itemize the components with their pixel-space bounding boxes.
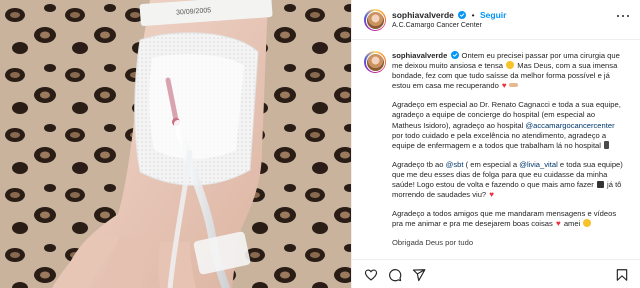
more-horizontal-icon[interactable]: [617, 15, 629, 19]
post-actions-bar: [352, 259, 640, 288]
mention-livia-vital-link[interactable]: @livia_vital: [519, 160, 558, 169]
bandage-emoji-icon: [508, 83, 518, 88]
share-icon[interactable]: [412, 268, 426, 282]
post-header: sophiavalverde • Seguir A.C.Camargo Canc…: [352, 0, 640, 40]
post-photo: 30/09/2005: [0, 0, 351, 288]
mention-accamargocancercenter-link[interactable]: @accamargocancercenter: [525, 121, 614, 130]
username-link[interactable]: sophiavalverde: [392, 10, 454, 20]
red-heart-emoji-icon: ♥: [555, 219, 561, 229]
caption-line: amei: [563, 219, 581, 229]
verified-badge-icon: [458, 11, 467, 19]
caption-line: Agradeço tb ao: [392, 159, 444, 169]
comment-icon[interactable]: [388, 268, 402, 282]
post-caption: sophiavalverde Ontem eu precisei passar …: [352, 41, 640, 259]
caption-text: sophiavalverde Ontem eu precisei passar …: [392, 51, 624, 258]
separator-dot: •: [471, 10, 475, 20]
anxious-face-emoji-icon: [506, 61, 515, 70]
caption-line: Agradeço a todos amigos que me mandaram …: [392, 209, 617, 229]
phone-emoji-icon: [604, 140, 610, 149]
avatar[interactable]: [364, 9, 386, 31]
caption-avatar[interactable]: [364, 51, 386, 73]
red-heart-emoji-icon: ♥: [501, 81, 507, 91]
mention-sbt-link[interactable]: @sbt: [446, 160, 464, 169]
caption-line: por todo cuidado e pela excelência no at…: [392, 130, 607, 150]
post-photo-illustration: 30/09/2005: [0, 0, 351, 288]
follow-button[interactable]: Seguir: [480, 10, 506, 20]
caption-line: ( em especial a: [465, 159, 518, 169]
post-side-panel: sophiavalverde • Seguir A.C.Camargo Canc…: [351, 0, 640, 288]
heart-icon[interactable]: [364, 268, 378, 282]
caption-line: Obrigada Deus por tudo: [392, 238, 474, 248]
clapperboard-emoji-icon: [596, 181, 604, 189]
location-link[interactable]: A.C.Camargo Cancer Center: [392, 22, 482, 29]
header-username-row: sophiavalverde • Seguir: [392, 10, 506, 20]
verified-badge-icon: [451, 51, 460, 59]
bookmark-icon[interactable]: [615, 268, 629, 282]
smiling-face-emoji-icon: [583, 219, 592, 228]
red-heart-emoji-icon: ♥: [489, 190, 495, 200]
caption-username-link[interactable]: sophiavalverde: [392, 51, 447, 60]
